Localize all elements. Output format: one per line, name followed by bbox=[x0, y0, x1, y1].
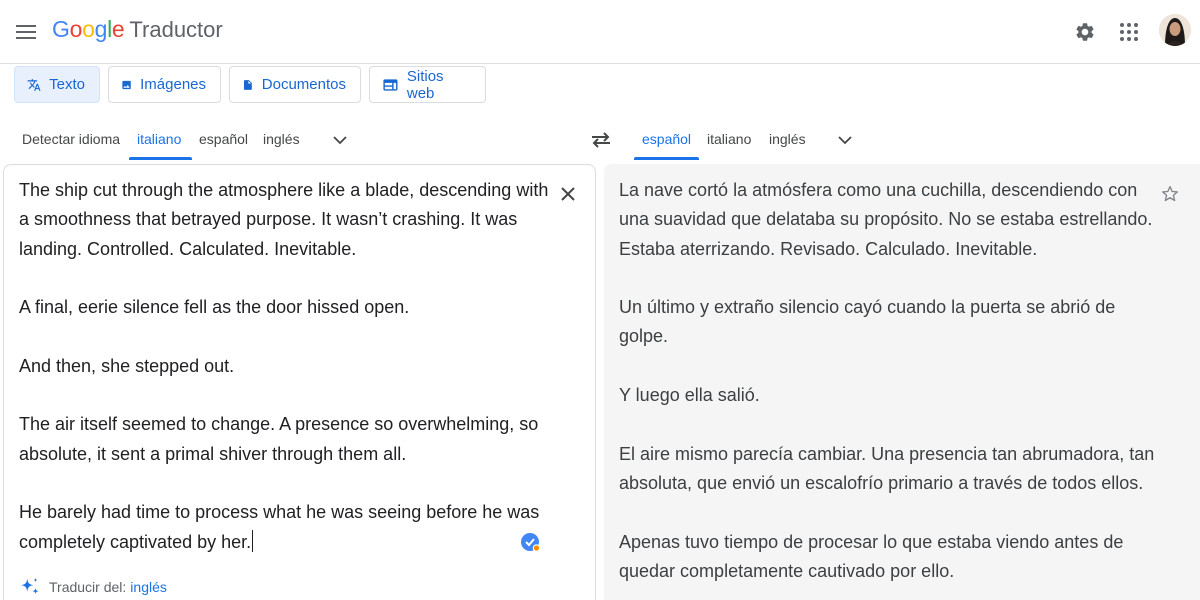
source-lang-ingles[interactable]: inglés bbox=[263, 131, 300, 147]
text-cursor bbox=[252, 529, 254, 552]
google-wordmark: Google bbox=[52, 16, 125, 43]
source-paragraph: He barely had time to process what he wa… bbox=[19, 502, 540, 552]
settings-gear-icon[interactable] bbox=[1071, 18, 1099, 46]
target-lang-italiano[interactable]: italiano bbox=[707, 131, 751, 147]
tab-label: Documentos bbox=[261, 76, 346, 93]
sparkle-icon bbox=[20, 577, 39, 595]
translation-output: La nave cortó la atmósfera como una cuch… bbox=[619, 176, 1159, 600]
image-icon bbox=[122, 80, 131, 89]
translation-paragraph: Apenas tuvo tiempo de procesar lo que es… bbox=[619, 531, 1124, 581]
selected-lang-indicator bbox=[129, 157, 192, 160]
source-lang-detect[interactable]: Detectar idioma bbox=[22, 131, 120, 147]
swap-languages-icon[interactable] bbox=[586, 125, 616, 155]
tab-label: Texto bbox=[49, 76, 85, 93]
tab-label: Sitios web bbox=[406, 67, 444, 102]
source-lang-chevron-down-icon[interactable] bbox=[326, 126, 354, 154]
source-textarea[interactable]: The ship cut through the atmosphere like… bbox=[19, 176, 559, 557]
website-icon bbox=[383, 78, 398, 91]
language-suggestion: Traducir del: inglés bbox=[19, 576, 167, 598]
translation-paragraph: Y luego ella salió. bbox=[619, 385, 760, 406]
tab-imagenes[interactable]: Imágenes bbox=[108, 66, 221, 103]
translate-icon bbox=[27, 78, 41, 91]
translation-paragraph: La nave cortó la atmósfera como una cuch… bbox=[619, 180, 1153, 259]
tab-documentos[interactable]: Documentos bbox=[229, 66, 361, 103]
avatar[interactable] bbox=[1159, 14, 1191, 46]
logo-letter: o bbox=[69, 16, 83, 42]
source-lang-espanol[interactable]: español bbox=[199, 131, 248, 147]
top-app-bar: Google Traductor bbox=[0, 0, 1200, 64]
suggested-language-link[interactable]: inglés bbox=[130, 579, 167, 595]
save-translation-star-icon[interactable] bbox=[1158, 182, 1182, 206]
tab-texto[interactable]: Texto bbox=[14, 66, 100, 103]
translation-paragraph: Un último y extraño silencio cayó cuando… bbox=[619, 297, 1116, 347]
target-lang-espanol[interactable]: español bbox=[642, 131, 691, 147]
target-lang-chevron-down-icon[interactable] bbox=[831, 126, 859, 154]
source-paragraph: A final, eerie silence fell as the door … bbox=[19, 297, 410, 318]
tab-sitios-web[interactable]: Sitios web bbox=[369, 66, 486, 103]
source-paragraph: The ship cut through the atmosphere like… bbox=[19, 180, 549, 259]
grammar-check-icon[interactable] bbox=[520, 531, 542, 553]
logo-letter: o bbox=[82, 16, 95, 42]
menu-icon[interactable] bbox=[12, 18, 40, 46]
translation-paragraph: El aire mismo parecía cambiar. Una prese… bbox=[619, 443, 1155, 493]
source-paragraph: And then, she stepped out. bbox=[19, 355, 235, 376]
target-lang-ingles[interactable]: inglés bbox=[769, 131, 806, 147]
tab-label: Imágenes bbox=[140, 76, 206, 93]
logo-letter: G bbox=[52, 16, 70, 42]
source-lang-italiano[interactable]: italiano bbox=[137, 131, 181, 147]
google-translate-logo[interactable]: Google Traductor bbox=[52, 16, 223, 43]
document-icon bbox=[243, 79, 252, 90]
logo-letter: g bbox=[94, 16, 108, 42]
source-paragraph: The air itself seemed to change. A prese… bbox=[19, 414, 539, 464]
logo-letter: e bbox=[111, 16, 125, 42]
selected-lang-indicator bbox=[634, 157, 699, 160]
suggestion-prefix: Traducir del: bbox=[49, 579, 127, 595]
clear-text-close-icon[interactable] bbox=[556, 182, 580, 206]
product-name: Traductor bbox=[129, 17, 223, 42]
apps-grid-icon[interactable] bbox=[1115, 18, 1143, 46]
